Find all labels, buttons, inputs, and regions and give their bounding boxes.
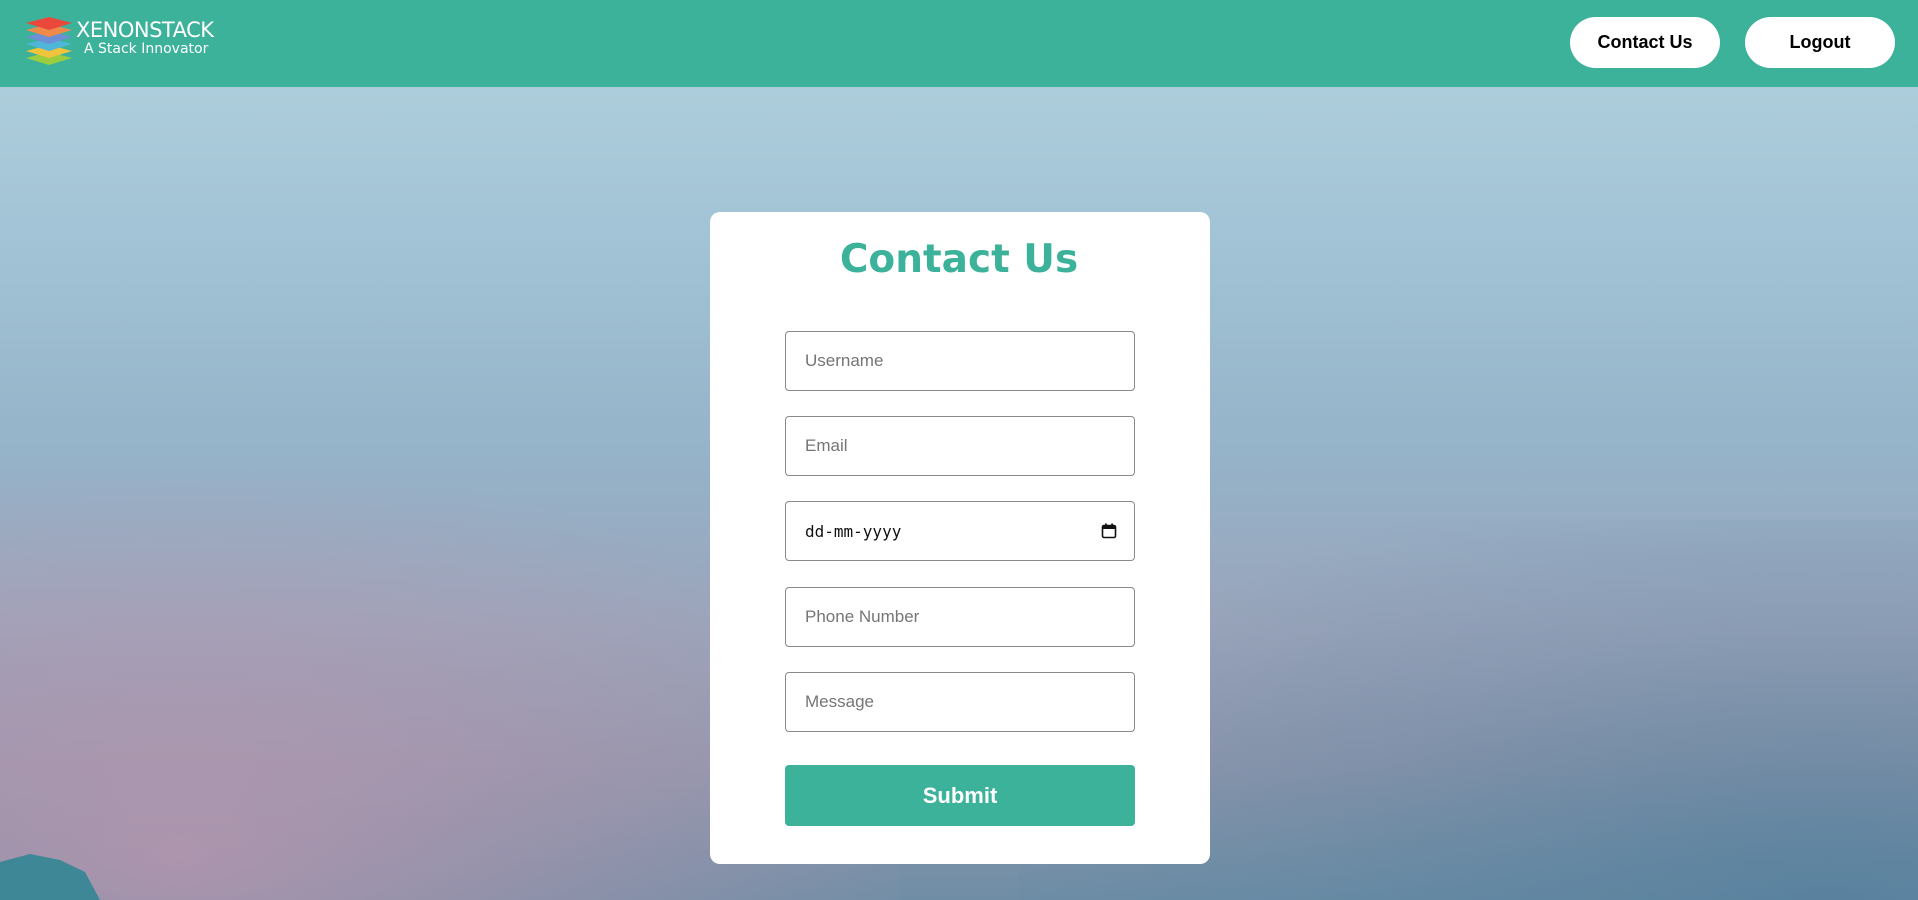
message-input[interactable] (785, 672, 1135, 732)
brand-logo[interactable]: XENONSTACK A Stack Innovator (24, 14, 214, 66)
email-input[interactable] (785, 416, 1135, 476)
top-navbar: XENONSTACK A Stack Innovator Contact Us … (0, 0, 1918, 87)
date-placeholder: dd-mm-yyyy (805, 521, 902, 541)
calendar-icon[interactable] (1101, 523, 1117, 539)
brand-tagline: A Stack Innovator (84, 41, 209, 57)
submit-button[interactable]: Submit (785, 765, 1135, 826)
contact-us-button[interactable]: Contact Us (1570, 17, 1720, 68)
phone-number-input[interactable] (785, 587, 1135, 647)
logout-button[interactable]: Logout (1745, 17, 1895, 68)
stacked-layers-logo-icon (26, 17, 72, 65)
date-input[interactable]: dd-mm-yyyy (785, 501, 1135, 561)
brand-name: XENONSTACK (76, 18, 214, 42)
username-input[interactable] (785, 331, 1135, 391)
form-title: Contact Us (839, 237, 1079, 282)
